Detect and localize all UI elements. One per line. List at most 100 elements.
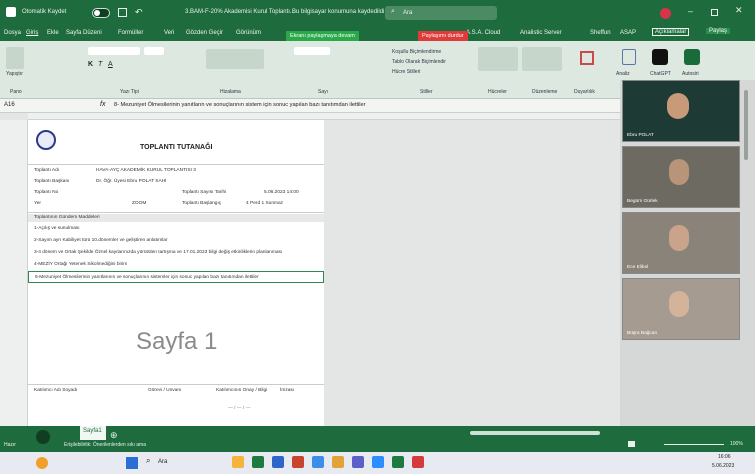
italic-icon[interactable]: T [98,61,102,68]
participant-tile[interactable]: Ece Elibol [622,212,740,274]
files-icon[interactable] [232,456,244,468]
group-label-editing: Düzenleme [532,89,558,95]
footer-col-signature: İmzası [280,388,295,393]
participant-tile[interactable]: Ebru POLAT [622,80,740,142]
minimize-icon[interactable]: – [688,6,693,16]
add-sheet-icon[interactable]: ⊕ [110,430,118,441]
participant-tile[interactable]: Begüm Gürlek [622,146,740,208]
undo-icon[interactable]: ↶ [135,7,143,18]
column-headers[interactable] [28,113,620,120]
cell-styles-button[interactable]: Hücre Stilleri [392,69,420,75]
zoom-slider[interactable] [664,444,724,445]
agenda-item-1[interactable]: 1-Açılış ve sunulması [34,226,80,231]
normal-view-icon[interactable] [628,441,635,447]
row-headers[interactable] [0,120,28,426]
chair-value[interactable]: Dr. Öğr. Üyesi Ebru POLAT SAHİ [96,179,166,184]
group-label-number: Sayı [318,89,329,95]
fx-icon[interactable]: fx [100,101,105,108]
autosiri-icon[interactable] [684,49,700,65]
font-name-select[interactable] [88,47,140,55]
tab-dosya[interactable]: Dosya [4,30,21,36]
taskbar-search-icon[interactable]: ⌕ [146,456,150,466]
autosave-toggle[interactable] [92,8,110,18]
underline-icon[interactable]: A [108,61,113,68]
edge-taskbar-icon[interactable] [312,456,324,468]
save-icon[interactable] [118,8,127,17]
excel-taskbar-icon[interactable] [252,456,264,468]
app-taskbar-icon[interactable] [412,456,424,468]
tab-analistic[interactable]: Analistic Server [520,30,562,36]
tab-asap[interactable]: ASAP [620,30,636,36]
chatgpt-icon[interactable] [652,49,668,65]
tab-sayfa-duzeni[interactable]: Sayfa Düzeni [66,30,102,36]
start-value[interactable]: 4 Perd 1 Sunmaz [246,201,283,206]
name-box[interactable]: A16 [4,102,15,108]
user-avatar[interactable] [660,8,671,19]
rule [28,212,324,213]
paste-button[interactable] [6,47,24,69]
group-label-align: Hizalama [220,89,241,95]
format-table-button[interactable]: Tablo Olarak Biçimlendir [392,59,446,65]
tab-gorunum[interactable]: Görünüm [236,30,261,36]
tab-gozden-gecir[interactable]: Gözden Geçir [186,30,223,36]
font-size-select[interactable] [144,47,164,55]
rule [28,384,324,385]
sheet-tab[interactable]: Sayfa1 [80,426,106,440]
align-group[interactable] [206,49,264,69]
start-icon[interactable] [126,457,138,469]
rule [28,164,324,165]
date-value[interactable]: 5.06.2023 14:00 [264,190,299,195]
sensitivity-icon[interactable] [580,51,594,65]
chrome-taskbar-icon[interactable] [332,456,344,468]
participant-tile[interactable]: Büşra Bağcan [622,278,740,340]
tab-ekle[interactable]: Ekle [47,30,59,36]
sheet-nav-icon[interactable] [36,430,50,444]
close-icon[interactable]: ✕ [735,5,743,16]
agenda-item-5[interactable]: 5-Mezuniyet Ölmesilerinin yanıtlarının v… [35,275,259,280]
powerpoint-taskbar-icon[interactable] [292,456,304,468]
zoom-level: 100% [730,441,743,447]
search-box[interactable]: ⌕ Ara [385,6,497,20]
share-button[interactable]: Paylaş [706,28,731,34]
accessibility-status[interactable]: Erişilebilirlik: Önerilenlerden sıkı ama [64,442,146,448]
agenda-item-4[interactable]: 4-MEZİY Ortağı Yetenek Sikolmediğini bir… [34,262,127,267]
formula-input[interactable]: 8- Mezuniyet Ölmesilerinin yanıtların ve… [114,102,366,108]
tab-giris[interactable]: Giriş [26,30,38,36]
number-format-select[interactable] [294,47,330,55]
page-layout-sheet[interactable]: TOPLANTI TUTANAĞI Toplantı Adı HAVA-AYÇ … [28,120,324,426]
app-taskbar-icon[interactable] [392,456,404,468]
weather-icon[interactable] [36,457,48,469]
start-label: Toplantı Başlangıç [182,201,222,206]
horizontal-scrollbar[interactable] [470,431,600,435]
teams-taskbar-icon[interactable] [352,456,364,468]
participant-avatar [669,159,689,185]
tab-sheffun[interactable]: Sheffun [590,30,611,36]
word-taskbar-icon[interactable] [272,456,284,468]
agenda-item-3[interactable]: 3-4 dönem ve Ortak Şekilde Öznel kayılar… [34,250,282,255]
zoom-taskbar-icon[interactable] [372,456,384,468]
tab-asa-cloud[interactable]: A.S.A. Cloud [466,30,500,36]
maximize-icon[interactable] [711,9,718,16]
search-input: Ara [403,10,413,16]
participant-avatar [669,291,689,317]
footer-col-name: Katılımcı Adı Soyadı [34,388,78,393]
ai-tool-analiz: Analiz [616,71,630,77]
conditional-format-button[interactable]: Koşullu Biçimlendirme [392,49,441,55]
tab-formuller[interactable]: Formüller [118,30,143,36]
video-panel: Ebru POLAT Begüm Gürlek Ece Elibol Büşra… [620,80,755,426]
comments-button[interactable]: Açıklamalar [652,28,690,36]
bold-icon[interactable]: K [88,61,93,68]
document-title: TOPLANTI TUTANAĞI [140,144,213,151]
place-value[interactable]: ZOOM [132,201,146,206]
excel-logo-icon [6,7,16,17]
analiz-icon[interactable] [622,49,636,65]
panel-scrollbar[interactable] [744,90,748,160]
meeting-name-value[interactable]: HAVA-AYÇ AKADEMİK KURUL TOPLANTISI 3 [96,168,196,173]
ai-tool-autosiri: Autosiri [682,71,699,77]
agenda-item-2[interactable]: 2-Sayım ayrı Kabiliyet türü 10.dönemler … [34,238,168,243]
taskbar-search-input[interactable]: Ara [158,459,167,465]
cells-group[interactable] [478,47,518,71]
tab-veri[interactable]: Veri [164,30,174,36]
editing-group[interactable] [522,47,562,71]
active-cell-selection[interactable]: 5-Mezuniyet Ölmesilerinin yanıtlarının v… [28,271,324,283]
